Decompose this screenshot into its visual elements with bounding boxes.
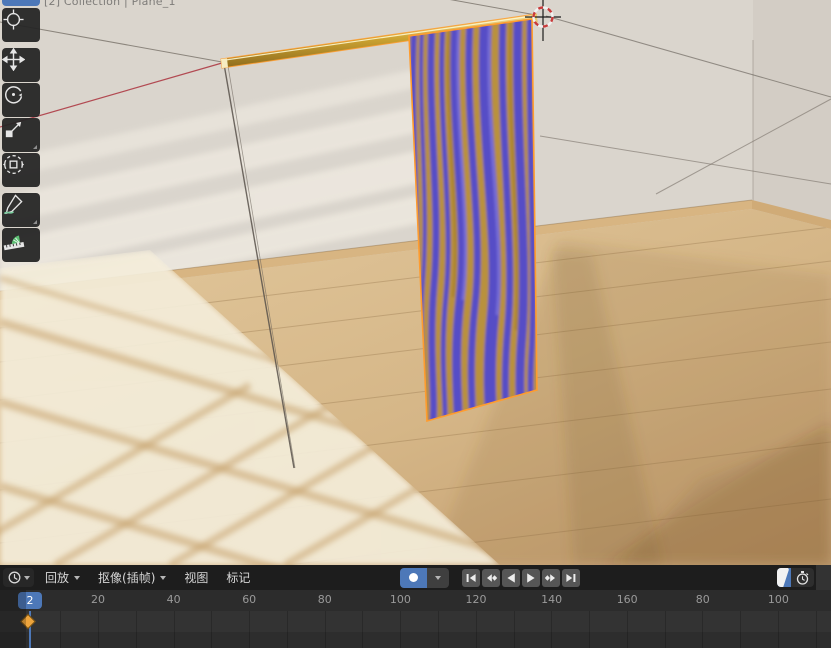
- ruler-label: 80: [318, 593, 332, 606]
- ruler-label: 120: [466, 593, 487, 606]
- jump-to-end-icon: [564, 571, 578, 585]
- timeline-menubar: 回放 抠像(插帧) 视图 标记: [36, 565, 259, 590]
- jump-to-prev-keyframe-icon: [484, 571, 498, 585]
- viewport-header-text: [2] Collection | Plane_1: [44, 0, 176, 8]
- clipped-widget-edge: [816, 565, 831, 590]
- chevron-down-icon: [160, 576, 166, 580]
- submenu-indicator-icon: [33, 145, 37, 149]
- ruler-label: 100: [390, 593, 411, 606]
- tool-rotate-button[interactable]: [2, 83, 40, 117]
- timeline-ruler[interactable]: 2 2040608010012014016080100: [0, 590, 831, 611]
- clock-icon: [7, 570, 22, 585]
- timeline-editor: 回放 抠像(插帧) 视图 标记: [0, 565, 831, 648]
- flag-cloth[interactable]: [405, 10, 545, 433]
- menu-label: 标记: [226, 569, 250, 586]
- stopwatch-icon: [795, 570, 810, 586]
- play-reverse-icon: [504, 571, 518, 585]
- playback-buttons: [462, 569, 582, 587]
- ruler-label: 20: [91, 593, 105, 606]
- tool-move-button[interactable]: [2, 48, 40, 82]
- transport-controls: [400, 567, 582, 588]
- jump-to-next-keyframe-icon: [544, 571, 558, 585]
- jump-to-start-button[interactable]: [462, 569, 480, 587]
- ruler-label: 60: [242, 593, 256, 606]
- timeline-menu-markers[interactable]: 标记: [217, 565, 259, 590]
- menu-label: 抠像(插帧): [98, 569, 155, 586]
- ruler-label: 100: [768, 593, 789, 606]
- jump-to-start-icon: [464, 571, 478, 585]
- tool-measure-button[interactable]: [2, 228, 40, 262]
- keying-settings-dropdown[interactable]: [427, 568, 449, 588]
- auto-keying-record-button[interactable]: [400, 568, 427, 588]
- wall-right: [753, 0, 831, 229]
- menu-label: 视图: [184, 569, 208, 586]
- tool-active-cut-button[interactable]: [2, 0, 40, 6]
- timeline-menu-view[interactable]: 视图: [175, 565, 217, 590]
- 3d-viewport[interactable]: [2] Collection | Plane_1: [0, 0, 831, 565]
- ruler-label: 140: [541, 593, 562, 606]
- timeline-tracks[interactable]: [0, 611, 831, 648]
- blender-window: [2] Collection | Plane_1 回放 抠像(插帧) 视图: [0, 0, 831, 648]
- timeline-lower-strip: [0, 632, 831, 648]
- submenu-indicator-icon: [33, 220, 37, 224]
- viewport-toolbar: [2, 0, 40, 263]
- play-forward-button[interactable]: [522, 569, 540, 587]
- play-forward-icon: [524, 571, 538, 585]
- tool-annotate-button[interactable]: [2, 193, 40, 227]
- ruler-label: 40: [167, 593, 181, 606]
- jump-to-prev-keyframe-button[interactable]: [482, 569, 500, 587]
- preview-range-partial-widget[interactable]: [777, 568, 791, 587]
- record-dot-icon: [409, 573, 418, 582]
- tool-scale-button[interactable]: [2, 118, 40, 152]
- tool-transform-button[interactable]: [2, 153, 40, 187]
- timeline-menu-keying[interactable]: 抠像(插帧): [89, 565, 175, 590]
- viewport-scene: [0, 0, 831, 565]
- timeline-menu-playback[interactable]: 回放: [36, 565, 89, 590]
- chevron-down-icon: [74, 576, 80, 580]
- timeline-header: 回放 抠像(插帧) 视图 标记: [0, 565, 831, 590]
- tool-cursor-button[interactable]: [2, 8, 40, 42]
- play-reverse-button[interactable]: [502, 569, 520, 587]
- menu-label: 回放: [45, 569, 69, 586]
- use-preview-range-button[interactable]: [791, 568, 814, 587]
- chevron-down-icon: [24, 576, 30, 580]
- out-of-range-shade: [0, 590, 26, 648]
- chevron-down-icon: [435, 576, 441, 580]
- editor-type-selector[interactable]: [3, 568, 34, 587]
- ruler-label: 160: [617, 593, 638, 606]
- jump-to-end-button[interactable]: [562, 569, 580, 587]
- ruler-label: 80: [696, 593, 710, 606]
- jump-to-next-keyframe-button[interactable]: [542, 569, 560, 587]
